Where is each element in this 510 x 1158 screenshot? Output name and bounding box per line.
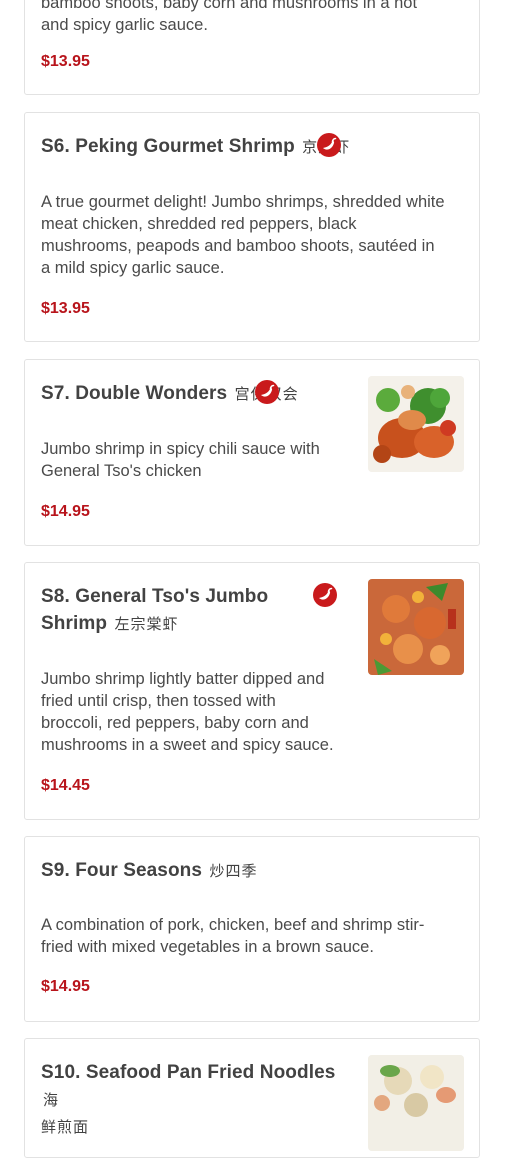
chili-pepper-icon [317, 133, 341, 157]
description-line: mushrooms, peapods and bamboo shoots, sa… [41, 237, 435, 255]
item-description: bamboo shoots, baby corn and mushrooms i… [41, 0, 417, 36]
food-photo[interactable] [368, 1055, 464, 1151]
chili-pepper-icon [255, 380, 279, 404]
item-chinese-name: 鲜煎面 [41, 1119, 90, 1136]
item-price: $13.95 [41, 300, 90, 317]
item-price: $14.45 [41, 777, 90, 794]
description-line: A true gourmet delight! Jumbo shrimps, s… [41, 193, 445, 211]
menu-item-card-s5[interactable]: bamboo shoots, baby corn and mushrooms i… [24, 0, 480, 95]
food-photo[interactable] [368, 579, 464, 675]
description-line: fried with mixed vegetables in a brown s… [41, 938, 374, 956]
item-name-text: S6. Peking Gourmet Shrimp [41, 136, 295, 157]
menu-item-card-s6[interactable]: S6. Peking Gourmet Shrimp 京炒虾 A true gou… [24, 112, 480, 342]
menu-item-card-s7[interactable]: S7. Double Wonders 宫保双会 Jumbo shrimp in … [24, 359, 480, 546]
chili-pepper-icon [313, 583, 337, 607]
item-description: Jumbo shrimp in spicy chili sauce with G… [41, 438, 320, 482]
description-line: Jumbo shrimp in spicy chili sauce with [41, 440, 320, 458]
item-price: $14.95 [41, 503, 90, 520]
item-description: A true gourmet delight! Jumbo shrimps, s… [41, 191, 445, 279]
item-name: S10. Seafood Pan Fried Noodles 海 鲜煎面 [41, 1059, 351, 1141]
item-price: $14.95 [41, 978, 90, 995]
description-line: meat chicken, shredded red peppers, blac… [41, 215, 357, 233]
item-name: S9. Four Seasons 炒四季 [41, 857, 257, 885]
item-chinese-name: 左宗棠虾 [114, 616, 179, 633]
item-name: S6. Peking Gourmet Shrimp 京炒虾 [41, 133, 350, 161]
item-name-text: S9. Four Seasons [41, 860, 203, 881]
menu-item-card-s9[interactable]: S9. Four Seasons 炒四季 A combination of po… [24, 836, 480, 1022]
description-line: fried until crisp, then tossed with [41, 692, 276, 710]
menu-item-card-s10[interactable]: S10. Seafood Pan Fried Noodles 海 鲜煎面 [24, 1038, 480, 1158]
description-line: General Tso's chicken [41, 462, 202, 480]
item-chinese-name: 炒四季 [209, 863, 258, 880]
menu-item-card-s8[interactable]: S8. General Tso's Jumbo Shrimp 左宗棠虾 Jumb… [24, 562, 480, 820]
item-name: S8. General Tso's Jumbo Shrimp 左宗棠虾 [41, 583, 301, 638]
description-line: and spicy garlic sauce. [41, 16, 208, 34]
description-line: A combination of pork, chicken, beef and… [41, 916, 425, 934]
description-line: a mild spicy garlic sauce. [41, 259, 225, 277]
item-price: $13.95 [41, 53, 90, 70]
item-name-text: S7. Double Wonders [41, 383, 228, 404]
description-line: broccoli, red peppers, baby corn and [41, 714, 309, 732]
item-description: Jumbo shrimp lightly batter dipped and f… [41, 668, 334, 756]
description-line: Jumbo shrimp lightly batter dipped and [41, 670, 325, 688]
item-description: A combination of pork, chicken, beef and… [41, 914, 424, 958]
item-name-text: Shrimp [41, 613, 108, 634]
item-name-text: S8. General Tso's Jumbo [41, 586, 269, 607]
description-line: bamboo shoots, baby corn and mushrooms i… [41, 0, 418, 12]
food-photo[interactable] [368, 376, 464, 472]
item-name-text: S10. Seafood Pan Fried Noodles [41, 1062, 336, 1083]
description-line: mushrooms in a sweet and spicy sauce. [41, 736, 334, 754]
